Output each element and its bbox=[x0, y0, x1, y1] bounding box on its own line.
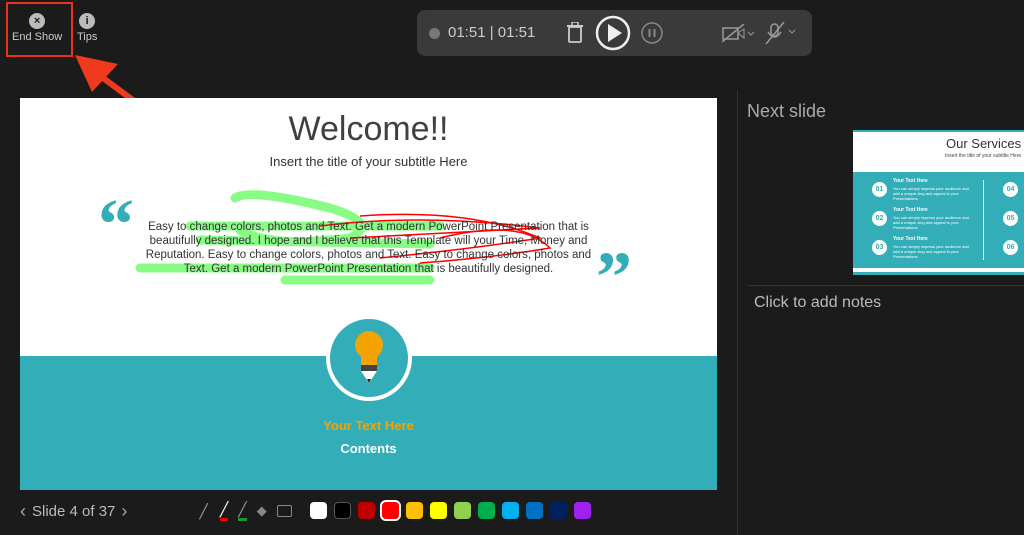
color-swatch[interactable] bbox=[525, 502, 543, 520]
thumb-item-number: 04 bbox=[1003, 182, 1018, 197]
info-icon: i bbox=[79, 13, 96, 29]
color-swatch[interactable] bbox=[501, 502, 519, 520]
your-text-here: Your Text Here bbox=[323, 418, 414, 433]
thumb-item-number: 03 bbox=[872, 240, 887, 255]
pen-tool[interactable]: ╱ bbox=[219, 501, 229, 521]
highlighter-tool[interactable]: ╱ bbox=[238, 501, 247, 521]
trash-icon[interactable] bbox=[566, 22, 584, 44]
thumb-item-head: Your Text Here bbox=[893, 178, 928, 184]
laser-pointer-tool[interactable]: ╱ bbox=[199, 503, 207, 520]
pause-button[interactable] bbox=[641, 22, 663, 44]
tips-button[interactable]: i Tips bbox=[77, 13, 97, 43]
thumb-item-text: You can simply impress your audience and… bbox=[893, 244, 969, 259]
color-swatch[interactable] bbox=[477, 502, 495, 520]
body-line-2: beautifully designed. I hope and I belie… bbox=[149, 235, 588, 247]
contents-label: Contents bbox=[340, 441, 397, 456]
thumb-subtitle: Insert the title of your subtitle Here bbox=[945, 153, 1022, 159]
slide-counter: Slide 4 of 37 bbox=[32, 502, 116, 520]
tips-label: Tips bbox=[77, 31, 98, 43]
color-swatch[interactable] bbox=[333, 502, 351, 520]
color-palette bbox=[309, 500, 598, 522]
thumb-item-head: Your Text Here bbox=[893, 207, 928, 213]
thumb-item-text: You can simply impress your audience and… bbox=[893, 215, 969, 230]
color-swatch[interactable] bbox=[573, 502, 591, 520]
color-swatch[interactable] bbox=[453, 502, 471, 520]
eraser-tool[interactable]: ◆ bbox=[257, 503, 267, 519]
thumb-item-number: 06 bbox=[1003, 240, 1018, 255]
mic-off-icon[interactable] bbox=[765, 22, 801, 46]
body-line-4: Text. Get a modern PowerPoint Presentati… bbox=[183, 263, 554, 275]
bottom-toolbar: ‹ Slide 4 of 37 › ╱ ╱ ╱ ◆ bbox=[20, 500, 598, 522]
timer: 01:51 | 01:51 bbox=[448, 24, 536, 41]
color-swatch[interactable] bbox=[429, 502, 447, 520]
thumb-item-number: 05 bbox=[1003, 211, 1018, 226]
notes-field[interactable]: Click to add notes bbox=[754, 294, 881, 312]
record-dot-icon bbox=[429, 28, 440, 39]
annotation-highlight-box bbox=[6, 2, 73, 57]
play-button[interactable] bbox=[595, 15, 631, 51]
thumb-band: 01 Your Text Here You can simply impress… bbox=[853, 172, 1024, 268]
color-swatch[interactable] bbox=[549, 502, 567, 520]
next-slide-button[interactable]: › bbox=[121, 501, 127, 522]
thumb-item-head: Your Text Here bbox=[893, 236, 928, 242]
next-slide-label: Next slide bbox=[747, 101, 827, 121]
body-line-1: Easy to change colors, photos and Text. … bbox=[148, 221, 589, 233]
color-swatch[interactable] bbox=[405, 502, 423, 520]
clear-ink-tool[interactable] bbox=[276, 505, 292, 517]
thumb-title: Our Services bbox=[946, 136, 1022, 151]
panel-divider bbox=[737, 90, 738, 535]
thumb-item-number: 01 bbox=[872, 182, 887, 197]
current-slide: Welcome!! Insert the title of your subti… bbox=[20, 98, 717, 490]
thumb-item-text: You can simply impress your audience and… bbox=[893, 186, 969, 201]
color-swatch[interactable] bbox=[379, 500, 401, 522]
lightbulb-pencil-icon bbox=[326, 315, 412, 401]
camera-off-icon[interactable] bbox=[722, 24, 758, 44]
body-line-3: Reputation. Easy to change colors, photo… bbox=[145, 249, 592, 261]
thumb-item-number: 02 bbox=[872, 211, 887, 226]
next-slide-thumbnail[interactable]: Our Services Insert the title of your su… bbox=[853, 130, 1024, 275]
notes-divider bbox=[747, 285, 1024, 286]
recording-controls: 01:51 | 01:51 bbox=[417, 10, 812, 56]
color-swatch[interactable] bbox=[357, 502, 375, 520]
prev-slide-button[interactable]: ‹ bbox=[20, 501, 26, 522]
color-swatch[interactable] bbox=[309, 502, 327, 520]
